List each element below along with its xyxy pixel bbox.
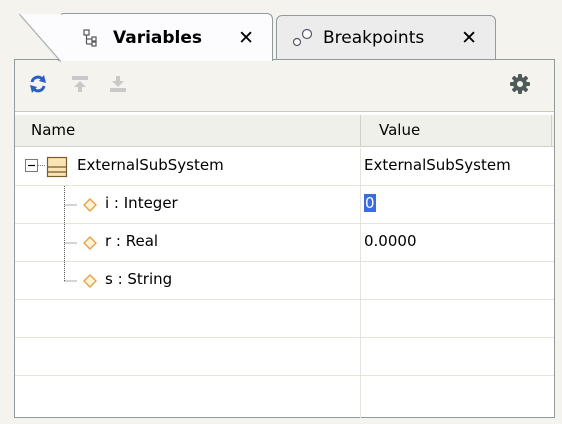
variable-name: i : Integer: [105, 194, 178, 212]
refresh-icon[interactable]: [25, 71, 51, 97]
variable-name: s : String: [105, 270, 173, 288]
variable-value-input[interactable]: 0: [364, 194, 376, 212]
gear-icon[interactable]: [507, 71, 533, 97]
column-divider[interactable]: [360, 115, 361, 147]
collapse-toggle-icon[interactable]: [25, 159, 47, 179]
close-icon[interactable]: ✕: [461, 27, 477, 49]
variables-panel: Name Value ExternalSubSystem ExternalSub…: [14, 59, 555, 418]
tab-variables[interactable]: Variables ✕: [19, 13, 273, 62]
variable-name: ExternalSubSystem: [77, 156, 224, 174]
variable-value[interactable]: ExternalSubSystem: [364, 156, 511, 174]
variable-name: r : Real: [105, 232, 159, 250]
toolbar: [15, 60, 554, 112]
grid-header: Name Value: [15, 115, 554, 147]
subsystem-icon: [46, 156, 68, 182]
column-divider[interactable]: [551, 115, 552, 147]
property-icon: [82, 235, 98, 255]
empty-row: [15, 300, 554, 338]
empty-row: [15, 338, 554, 376]
tab-breakpoints-label: Breakpoints: [323, 27, 425, 48]
tab-strip: Variables ✕ Breakpoints ✕: [0, 0, 562, 62]
variables-tree: ExternalSubSystem ExternalSubSystem i : …: [15, 148, 554, 414]
selected-value-text[interactable]: 0: [364, 194, 376, 212]
close-icon[interactable]: ✕: [238, 27, 254, 49]
table-row[interactable]: ExternalSubSystem ExternalSubSystem: [15, 148, 554, 186]
table-row[interactable]: s : String: [15, 262, 554, 300]
column-header-value[interactable]: Value: [379, 121, 420, 139]
expand-all-icon[interactable]: [67, 71, 93, 97]
collapse-all-icon[interactable]: [105, 71, 131, 97]
property-icon: [82, 273, 98, 293]
variables-tree-icon: [81, 28, 103, 48]
empty-row: [15, 376, 554, 414]
table-row[interactable]: r : Real 0.0000: [15, 224, 554, 262]
table-row[interactable]: i : Integer 0: [15, 186, 554, 224]
tab-variables-label: Variables: [113, 27, 203, 48]
property-icon: [82, 197, 98, 217]
variable-value[interactable]: 0.0000: [364, 232, 417, 250]
column-header-name[interactable]: Name: [31, 121, 75, 139]
tab-breakpoints[interactable]: Breakpoints ✕: [276, 15, 496, 59]
breakpoints-icon: [291, 27, 317, 49]
